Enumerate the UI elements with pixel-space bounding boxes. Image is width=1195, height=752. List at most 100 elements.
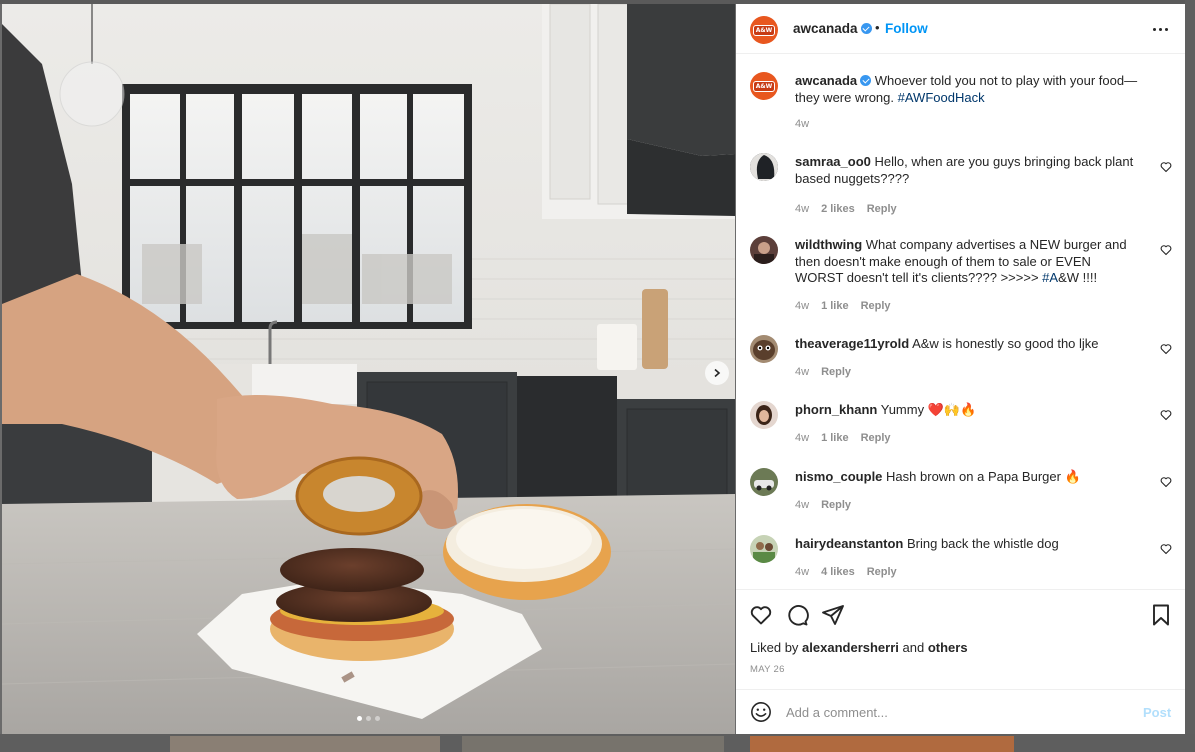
- comment-likes-link[interactable]: 2 likes: [821, 203, 855, 215]
- feed-thumbnail[interactable]: [170, 736, 440, 752]
- heart-icon[interactable]: [1160, 409, 1172, 421]
- comment-body: A&w is honestly so good tho ljke: [912, 336, 1099, 351]
- post-header: A&W awcanada • Follow: [736, 4, 1185, 54]
- post-author[interactable]: awcanada: [793, 21, 872, 36]
- comment-text: hairydeanstanton Bring back the whistle …: [795, 536, 1140, 553]
- brand-logo-icon: A&W: [752, 80, 776, 92]
- comment-text: samraa_oo0 Hello, when are you guys brin…: [795, 154, 1140, 187]
- comment-input[interactable]: [786, 701, 1126, 723]
- comment-time: 4w: [795, 203, 810, 215]
- header-separator: •: [875, 20, 880, 35]
- liked-by-others[interactable]: others: [928, 640, 968, 655]
- reply-button[interactable]: Reply: [861, 300, 891, 312]
- next-photo-button[interactable]: [705, 361, 729, 385]
- caption-time: 4w: [795, 118, 810, 130]
- comment-username[interactable]: wildthwing: [795, 237, 862, 252]
- reply-button[interactable]: Reply: [861, 432, 891, 444]
- more-options-icon: [1152, 27, 1156, 31]
- verified-badge-icon: [860, 75, 872, 86]
- caption-username[interactable]: awcanada: [795, 73, 857, 88]
- post-date[interactable]: MAY 26: [750, 664, 785, 675]
- comment-username[interactable]: nismo_couple: [795, 469, 882, 484]
- comment-time: 4w: [795, 432, 810, 444]
- more-options-dot: [1164, 27, 1168, 31]
- comment-body: Bring back the whistle dog: [906, 536, 1059, 551]
- hashtag-link[interactable]: #A: [1042, 270, 1058, 285]
- account-avatar[interactable]: A&W: [750, 72, 778, 100]
- verified-badge-icon: [860, 23, 872, 34]
- avatar-image: [750, 401, 778, 429]
- reply-button[interactable]: Reply: [821, 366, 851, 378]
- post-comment-button[interactable]: Post: [1143, 705, 1171, 720]
- commenter-avatar[interactable]: [750, 335, 778, 363]
- more-options-button[interactable]: [1150, 19, 1170, 39]
- chevron-right-icon: [714, 368, 721, 378]
- reply-button[interactable]: Reply: [821, 499, 851, 511]
- liked-by-and: and: [902, 640, 925, 655]
- comment-username[interactable]: phorn_khann: [795, 402, 877, 417]
- add-comment-bar: Post: [736, 689, 1185, 734]
- emoji-icon[interactable]: [750, 701, 772, 723]
- comment-meta: 4w 1 like Reply: [795, 432, 891, 444]
- brand-logo-icon: A&W: [752, 24, 776, 36]
- comment-body-end: &W !!!!: [1058, 270, 1098, 285]
- comment-time: 4w: [795, 300, 810, 312]
- carousel-dots: [357, 716, 380, 721]
- comment-meta: 4w Reply: [795, 366, 851, 378]
- follow-button[interactable]: Follow: [885, 21, 928, 36]
- avatar-image: [750, 236, 778, 264]
- post-photo[interactable]: [2, 4, 735, 734]
- comment-time: 4w: [795, 566, 810, 578]
- comment-text: wildthwing What company advertises a NEW…: [795, 237, 1140, 287]
- feed-thumbnail[interactable]: [462, 736, 724, 752]
- reply-button[interactable]: Reply: [867, 566, 897, 578]
- commenter-avatar[interactable]: [750, 535, 778, 563]
- comment-text: theaverage11yrold A&w is honestly so goo…: [795, 336, 1140, 353]
- feed-thumbnail[interactable]: [750, 736, 1014, 752]
- post-side-panel: A&W awcanada • Follow A&W awcanada Whoev…: [736, 4, 1185, 734]
- commenter-avatar[interactable]: [750, 236, 778, 264]
- carousel-dot: [375, 716, 380, 721]
- reply-button[interactable]: Reply: [867, 203, 897, 215]
- avatar-image: [750, 468, 778, 496]
- bookmark-icon[interactable]: [1149, 603, 1173, 627]
- liked-by-prefix: Liked by: [750, 640, 799, 655]
- commenter-avatar[interactable]: [750, 468, 778, 496]
- comment-icon[interactable]: [785, 603, 809, 627]
- comment-meta: 4w 4 likes Reply: [795, 566, 897, 578]
- heart-icon[interactable]: [749, 603, 773, 627]
- commenter-avatar[interactable]: [750, 153, 778, 181]
- heart-icon[interactable]: [1160, 244, 1172, 256]
- comment-username[interactable]: hairydeanstanton: [795, 536, 903, 551]
- comment-likes-link[interactable]: 1 like: [821, 432, 849, 444]
- avatar-image: [750, 335, 778, 363]
- photo-illustration: [2, 4, 735, 734]
- liked-by-user[interactable]: alexandersherri: [802, 640, 899, 655]
- heart-icon[interactable]: [1160, 343, 1172, 355]
- share-icon[interactable]: [821, 603, 845, 627]
- comment-text: phorn_khann Yummy ❤️🙌🔥: [795, 402, 1140, 419]
- background-right: [1185, 0, 1195, 752]
- heart-icon[interactable]: [1160, 161, 1172, 173]
- hashtag-link[interactable]: #AWFoodHack: [898, 90, 985, 105]
- comment-username[interactable]: samraa_oo0: [795, 154, 871, 169]
- username-link[interactable]: awcanada: [793, 21, 858, 36]
- caption-text: awcanada Whoever told you not to play wi…: [795, 73, 1140, 106]
- commenter-avatar[interactable]: [750, 401, 778, 429]
- carousel-dot: [366, 716, 371, 721]
- comment-likes-link[interactable]: 4 likes: [821, 566, 855, 578]
- comment-likes-link[interactable]: 1 like: [821, 300, 849, 312]
- avatar-image: [750, 153, 778, 181]
- carousel-dot: [357, 716, 362, 721]
- comments-list[interactable]: A&W awcanada Whoever told you not to pla…: [736, 55, 1185, 589]
- comment-meta: 4w Reply: [795, 499, 851, 511]
- heart-icon[interactable]: [1160, 476, 1172, 488]
- heart-icon[interactable]: [1160, 543, 1172, 555]
- account-avatar[interactable]: A&W: [750, 16, 778, 44]
- comment-time: 4w: [795, 366, 810, 378]
- comment-time: 4w: [795, 499, 810, 511]
- comment-body: Yummy ❤️🙌🔥: [880, 402, 977, 417]
- comment-username[interactable]: theaverage11yrold: [795, 336, 909, 351]
- more-options-dot: [1158, 27, 1162, 31]
- post-actions: Liked by alexandersherri and others MAY …: [736, 589, 1185, 689]
